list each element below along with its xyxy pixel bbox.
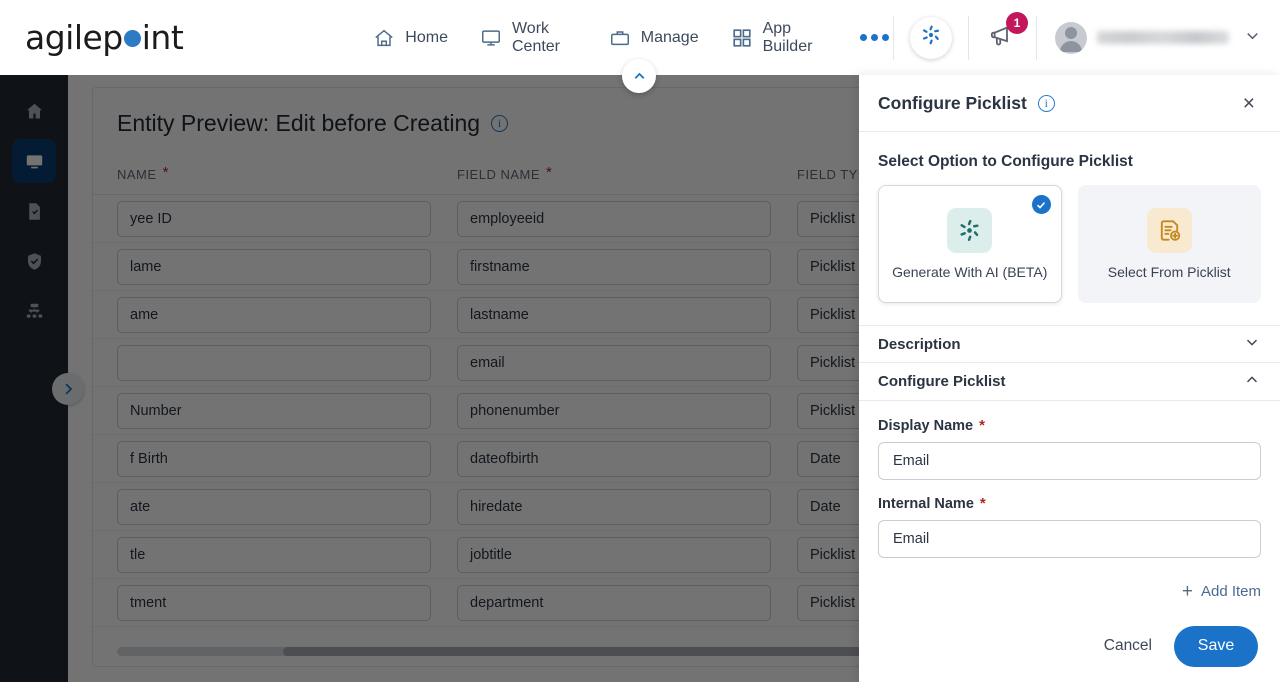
chevron-down-icon [1243,333,1261,355]
picklist-form: Display Name * Internal Name * [859,401,1280,558]
configure-picklist-panel: Configure Picklist i × Select Option to … [859,75,1280,682]
panel-title: Configure Picklist [878,92,1027,113]
modal-overlay[interactable] [0,0,859,682]
save-button[interactable]: Save [1174,625,1258,667]
cancel-button[interactable]: Cancel [1104,637,1152,655]
option-label-select-from-picklist: Select From Picklist [1107,264,1231,280]
required-asterisk: * [979,495,986,512]
internal-name-label: Internal Name * [878,496,1261,512]
display-name-label: Display Name * [878,418,1261,434]
agilepoint-logo[interactable]: agilep int [25,18,184,57]
internal-name-label-text: Internal Name [878,496,974,512]
notifications-button[interactable]: 1 [989,11,1028,54]
avatar[interactable] [1055,21,1087,54]
option-label-generate-with-ai: Generate With AI (BETA) [892,264,1048,280]
home-icon [373,27,395,49]
add-item-button[interactable]: + Add Item [859,558,1280,601]
plus-icon: + [1181,581,1193,602]
panel-body: Select Option to Configure Picklist Gene… [859,132,1280,610]
close-icon[interactable]: × [1237,89,1261,118]
panel-header: Configure Picklist i × [859,75,1280,132]
ai-assistant-button[interactable] [910,16,952,59]
display-name-input[interactable] [878,442,1261,480]
notification-badge: 1 [1006,11,1028,34]
accordion-configure-picklist[interactable]: Configure Picklist [859,363,1280,401]
grid-icon [731,27,753,49]
nav-label-manage: Manage [640,28,699,46]
header-right-actions: 1 [889,0,1280,75]
panel-footer: Cancel Save [859,610,1280,682]
header-divider-1 [893,15,894,60]
briefcase-icon [609,27,631,49]
add-item-label: Add Item [1200,583,1261,600]
check-icon [1031,195,1051,214]
header-divider-2 [968,15,969,60]
logo-text-post: int [141,18,184,57]
chevron-up-icon [1243,371,1261,393]
nav-item-manage[interactable]: Manage [609,27,699,49]
nav-label-app-builder: App Builder [762,19,813,55]
avatar-person-icon [1055,22,1087,54]
option-cards: Generate With AI (BETA) Select From Pick… [859,171,1280,303]
nav-item-home[interactable]: Home [373,27,448,49]
nav-item-app-builder[interactable]: App Builder [731,20,822,56]
accordion-description[interactable]: Description [859,325,1280,363]
nav-label-home: Home [405,28,448,46]
accordion-configure-picklist-label: Configure Picklist [878,373,1006,390]
logo-text-pre: agilep [25,18,123,57]
display-name-label-text: Display Name [878,418,974,434]
option-generate-with-ai[interactable]: Generate With AI (BETA) [878,185,1062,303]
main-nav: Home Work Center Manage App Builder [373,20,889,56]
more-menu-icon[interactable] [860,34,889,41]
panel-info-icon[interactable]: i [1037,94,1055,112]
nav-item-work-center[interactable]: Work Center [480,20,577,56]
nav-label-work-center: Work Center [511,19,561,55]
monitor-icon [480,27,502,49]
document-plus-icon [1146,208,1192,253]
header-divider-3 [1036,15,1037,60]
required-asterisk: * [979,417,985,434]
option-select-from-picklist[interactable]: Select From Picklist [1077,185,1261,303]
collapse-header-button[interactable] [622,59,656,93]
internal-name-input[interactable] [878,520,1261,558]
ai-sparkle-icon [919,23,943,52]
chevron-down-icon[interactable] [1243,26,1262,50]
logo-dot-icon [123,30,141,47]
user-name-label [1097,31,1229,44]
accordion-description-label: Description [878,335,961,353]
ai-sparkle-icon [947,208,993,253]
select-option-label: Select Option to Configure Picklist [878,153,1133,170]
megaphone-icon [989,25,1016,53]
